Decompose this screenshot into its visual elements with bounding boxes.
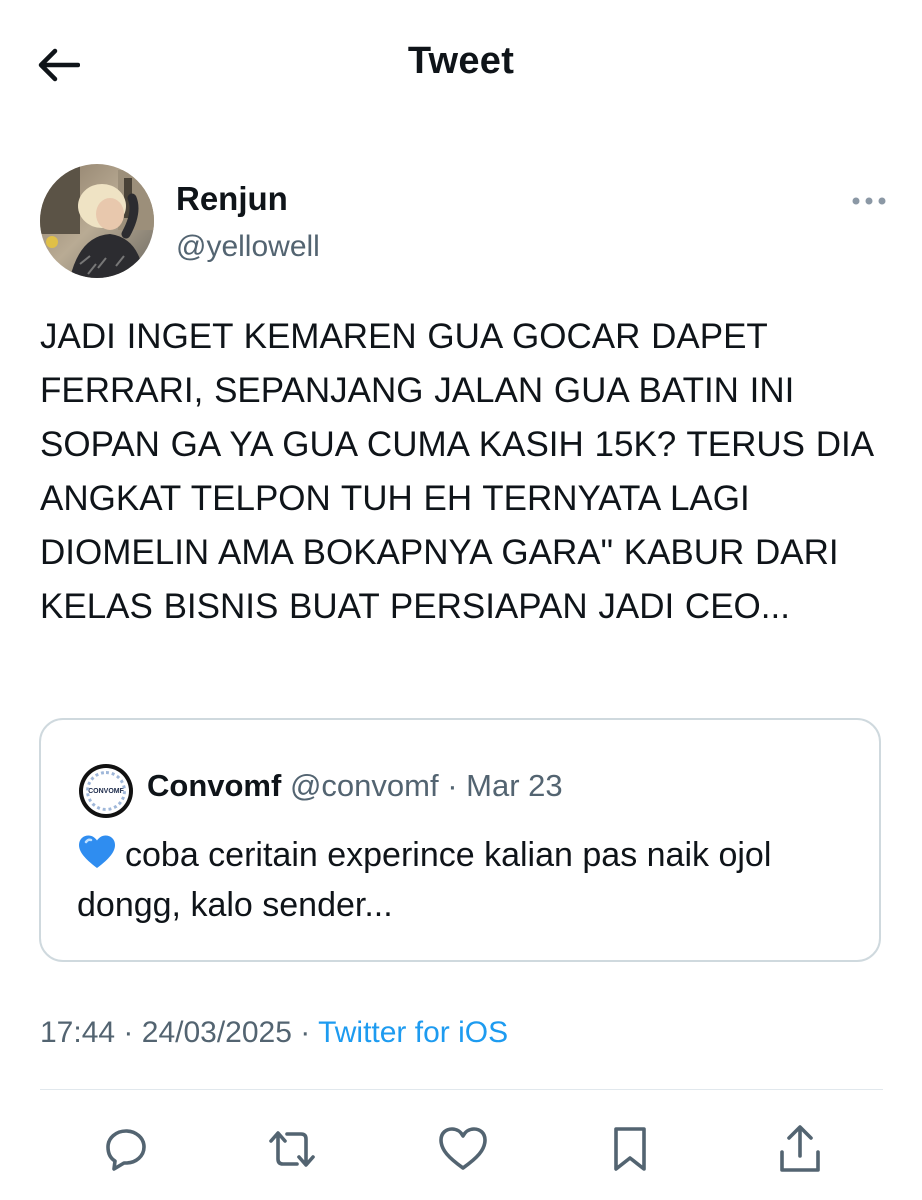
quote-avatar: CONVOMF xyxy=(79,764,133,818)
meta-separator-2: · xyxy=(300,1016,311,1049)
quote-author-name: Convomf xyxy=(147,768,282,803)
meta-separator-1: · xyxy=(123,1016,134,1049)
blue-heart-icon xyxy=(79,835,115,868)
top-bar: Tweet xyxy=(0,0,922,130)
tweet-source-link[interactable]: Twitter for iOS xyxy=(318,1016,508,1049)
avatar[interactable] xyxy=(40,164,154,278)
reply-icon xyxy=(106,1129,146,1171)
tweet-meta: 17:44 · 24/03/2025 · Twitter for iOS xyxy=(40,1016,508,1050)
tweet-text: JADI INGET KEMAREN GUA GOCAR DAPET FERRA… xyxy=(40,317,873,626)
quote-text-block: coba ceritain experince kalian pas naik … xyxy=(77,830,857,930)
quote-avatar-logo: CONVOMF xyxy=(83,768,129,814)
more-horizontal-icon xyxy=(852,197,886,205)
quote-author-handle: @convomf xyxy=(289,768,439,803)
author-name[interactable]: Renjun xyxy=(176,180,288,218)
share-icon xyxy=(780,1125,820,1172)
tweet-date: 24/03/2025 xyxy=(141,1016,292,1049)
page-title: Tweet xyxy=(407,40,515,82)
tweet-time: 17:44 xyxy=(40,1016,116,1049)
quoted-tweet[interactable]: CONVOMF Convomf @convomf · Mar 23 coba c… xyxy=(39,718,881,962)
quote-separator: · xyxy=(447,768,458,803)
author-handle[interactable]: @yellowell xyxy=(176,230,320,264)
quote-date: Mar 23 xyxy=(466,768,563,803)
like-button[interactable] xyxy=(436,1122,490,1176)
more-options-button[interactable] xyxy=(844,186,894,216)
bookmark-button[interactable] xyxy=(603,1122,657,1176)
share-button[interactable] xyxy=(773,1122,827,1176)
retweet-icon xyxy=(269,1131,315,1167)
divider xyxy=(40,1089,883,1090)
retweet-button[interactable] xyxy=(265,1122,319,1176)
like-icon xyxy=(439,1127,487,1170)
reply-button[interactable] xyxy=(99,1122,153,1176)
profile-photo xyxy=(40,164,154,278)
bookmark-icon xyxy=(614,1127,646,1171)
quote-header: Convomf @convomf · Mar 23 xyxy=(147,768,563,804)
quote-text: coba ceritain experince kalian pas naik … xyxy=(77,836,772,924)
